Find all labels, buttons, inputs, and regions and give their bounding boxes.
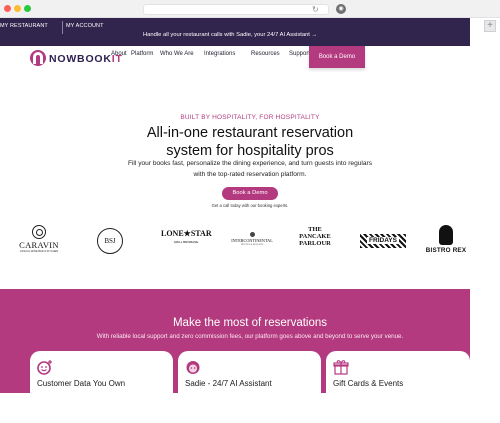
feature-card-title: Sadie - 24/7 AI Assistant bbox=[185, 379, 272, 388]
feature-card-ai-assistant[interactable]: Sadie - 24/7 AI Assistant bbox=[178, 351, 321, 393]
smiley-icon bbox=[37, 360, 52, 375]
brand-name-prefix: NOWBOOK bbox=[49, 53, 112, 65]
feature-card-title: Customer Data You Own bbox=[37, 379, 126, 388]
intercontinental-logo: INTERCONTINENTAL HOTELS & RESORTS bbox=[225, 232, 279, 246]
hero-subtitle-line2: with the top-rated reservation platform. bbox=[193, 171, 307, 178]
dog-silhouette-icon bbox=[439, 225, 453, 245]
hero-subtitle: Fill your books fast, personalize the di… bbox=[0, 158, 500, 180]
caravin-name: CARAVIN bbox=[19, 240, 59, 250]
maximize-window-button[interactable] bbox=[24, 5, 31, 12]
announcement-bar: MY RESTAURANT MY ACCOUNT Handle all your… bbox=[0, 18, 470, 46]
hero-book-demo-button[interactable]: Book a Demo bbox=[222, 187, 278, 200]
feature-card-title: Gift Cards & Events bbox=[333, 379, 404, 388]
bistro-rex-logo: BISTRO REX bbox=[422, 225, 470, 254]
feature-card-gift-cards[interactable]: Gift Cards & Events bbox=[326, 351, 470, 393]
browser-toolbar: ↻ ◉ bbox=[0, 0, 500, 18]
hero-cta-note: Get a call today with our booking expert… bbox=[211, 203, 289, 208]
client-logo-strip: CARAVIN CASUAL WINE BAR & KITCHEN BSJ LO… bbox=[0, 220, 470, 270]
gift-icon bbox=[333, 360, 349, 375]
nav-book-demo-button[interactable]: Book a Demo bbox=[309, 46, 365, 68]
pancake-parlour-logo: THE PANCAKE PARLOUR bbox=[294, 226, 336, 247]
nav-resources[interactable]: Resources bbox=[251, 51, 280, 57]
pancake-line3: PARLOUR bbox=[299, 240, 331, 247]
address-bar[interactable]: ↻ bbox=[143, 4, 329, 15]
topbar-divider bbox=[62, 21, 63, 34]
main-nav: NOWBOOKIT About Platform Who We Are Inte… bbox=[0, 46, 470, 70]
lonestar-logo: LONE★STAR GRILL BRISBANE bbox=[161, 229, 212, 246]
fridays-name: FRIDAYS bbox=[367, 237, 399, 244]
feature-card-customer-data[interactable]: Customer Data You Own bbox=[30, 351, 173, 393]
caravin-logo: CARAVIN CASUAL WINE BAR & KITCHEN bbox=[14, 225, 64, 253]
features-title: Make the most of reservations bbox=[172, 317, 328, 329]
hero-headline: All-in-one restaurant reservation system… bbox=[0, 124, 500, 160]
hero-headline-line1: All-in-one restaurant reservation bbox=[146, 125, 354, 141]
shield-icon[interactable]: ◉ bbox=[336, 4, 346, 14]
bsj-logo: BSJ bbox=[97, 228, 123, 254]
nav-support[interactable]: Support bbox=[289, 51, 310, 57]
nav-platform[interactable]: Platform bbox=[131, 51, 153, 57]
nav-about[interactable]: About bbox=[111, 51, 127, 57]
nav-integrations[interactable]: Integrations bbox=[204, 51, 235, 57]
pancake-line2: PANCAKE bbox=[299, 233, 331, 240]
browser-window: ↻ ◉ MY RESTAURANT MY ACCOUNT Handle all … bbox=[0, 0, 500, 393]
lonestar-name: LONE★STAR bbox=[161, 229, 212, 238]
hero-subtitle-line1: Fill your books fast, personalize the di… bbox=[127, 160, 373, 167]
assistant-face-icon bbox=[186, 361, 200, 374]
my-restaurant-link[interactable]: MY RESTAURANT bbox=[0, 23, 48, 29]
caravin-tagline: CASUAL WINE BAR & KITCHEN bbox=[19, 250, 59, 253]
minimize-window-button[interactable] bbox=[14, 5, 21, 12]
new-tab-icon[interactable]: + bbox=[484, 20, 496, 32]
lonestar-tagline: GRILL BRISBANE bbox=[173, 240, 199, 244]
announcement-link[interactable]: Handle all your restaurant calls with Sa… bbox=[143, 32, 317, 38]
features-subtitle: With reliable local support and zero com… bbox=[96, 333, 404, 340]
intercontinental-emblem-icon bbox=[249, 232, 255, 237]
pancake-line1: THE bbox=[308, 226, 322, 233]
hero-section: BUILT BY HOSPITALITY, FOR HOSPITALITY Al… bbox=[0, 70, 470, 240]
fridays-logo: FRIDAYS bbox=[360, 234, 406, 248]
logo-n-glyph bbox=[33, 52, 43, 64]
close-window-button[interactable] bbox=[4, 5, 11, 12]
reload-icon[interactable]: ↻ bbox=[312, 4, 319, 15]
hero-eyebrow: BUILT BY HOSPITALITY, FOR HOSPITALITY bbox=[180, 114, 320, 121]
intercontinental-tagline: HOTELS & RESORTS bbox=[240, 243, 264, 246]
caravin-emblem-icon bbox=[32, 225, 46, 239]
my-account-link[interactable]: MY ACCOUNT bbox=[66, 23, 104, 29]
nav-who-we-are[interactable]: Who We Are bbox=[160, 51, 194, 57]
bistro-rex-name: BISTRO REX bbox=[425, 247, 467, 254]
